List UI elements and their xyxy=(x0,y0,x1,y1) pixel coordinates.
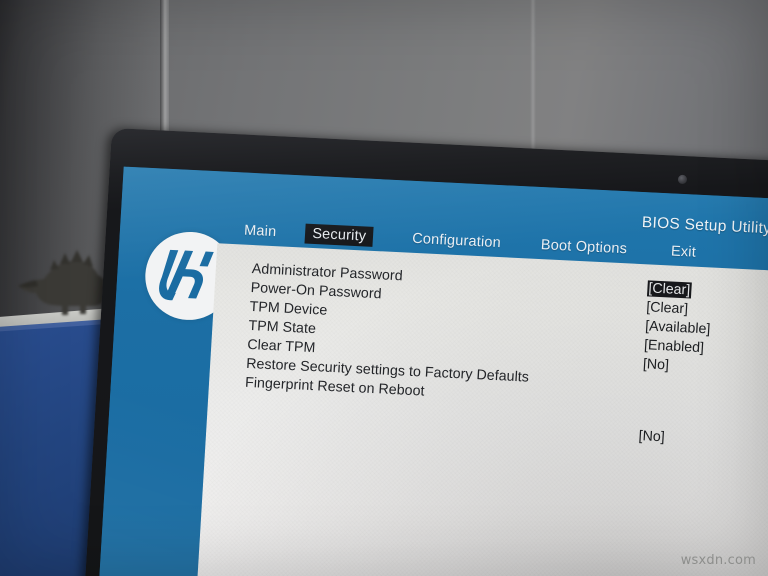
laptop: BIOS Setup Utility Main Security Configu… xyxy=(84,128,768,576)
setting-value[interactable]: [Available] xyxy=(645,318,711,337)
setting-label: Clear TPM xyxy=(246,336,316,356)
setting-value[interactable]: [Clear] xyxy=(646,279,692,298)
setting-value[interactable]: [No] xyxy=(638,428,665,445)
setting-value[interactable]: [Clear] xyxy=(646,299,689,317)
screenshot-root: BIOS Setup Utility Main Security Configu… xyxy=(0,0,768,576)
tab-exit[interactable]: Exit xyxy=(663,241,703,263)
watermark: wsxdn.com xyxy=(680,553,756,568)
laptop-screen: BIOS Setup Utility Main Security Configu… xyxy=(98,166,768,576)
laptop-bezel: BIOS Setup Utility Main Security Configu… xyxy=(84,128,768,576)
settings-panel: Administrator Password [Clear] Power-On … xyxy=(196,243,768,576)
setting-label: TPM State xyxy=(248,317,317,337)
tab-security[interactable]: Security xyxy=(304,223,374,247)
setting-value[interactable]: [No] xyxy=(642,356,669,373)
tab-main[interactable]: Main xyxy=(237,220,284,242)
settings-list: Administrator Password [Clear] Power-On … xyxy=(245,259,768,446)
setting-value[interactable]: [Enabled] xyxy=(644,337,705,356)
setting-label: TPM Device xyxy=(249,298,328,319)
webcam-icon xyxy=(677,174,688,185)
